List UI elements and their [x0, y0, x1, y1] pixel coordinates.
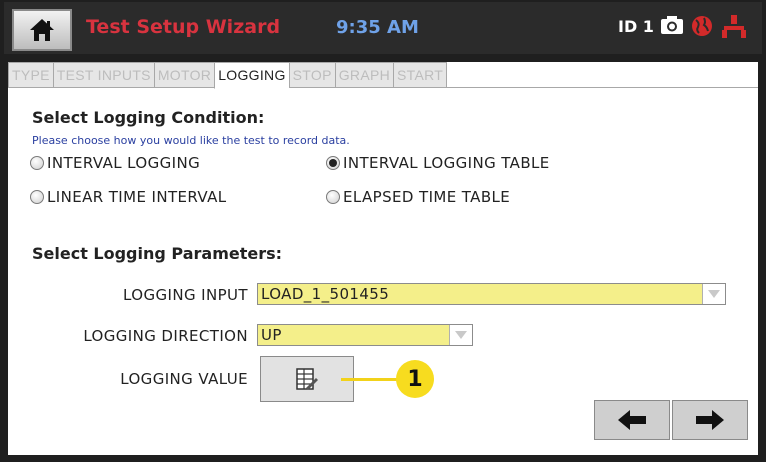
radio-label: ELAPSED TIME TABLE [343, 188, 511, 206]
radio-button[interactable] [30, 156, 44, 170]
clock-time: 9:35 AM [336, 17, 419, 38]
dropdown-arrow-icon[interactable] [449, 325, 472, 345]
tab-logging[interactable]: LOGGING [214, 62, 289, 89]
radio-button[interactable] [30, 190, 44, 204]
camera-icon[interactable] [660, 14, 684, 36]
next-button[interactable] [672, 400, 748, 440]
logging-direction-value: UP [261, 326, 282, 344]
logging-input-label: LOGGING INPUT [123, 286, 248, 304]
radio-elapsed-time-table[interactable]: ELAPSED TIME TABLE [326, 188, 510, 206]
table-edit-icon [296, 368, 318, 390]
tab-graph[interactable]: GRAPH [334, 62, 394, 88]
radio-label: LINEAR TIME INTERVAL [47, 188, 227, 206]
radio-label: INTERVAL LOGGING [47, 154, 201, 172]
arrow-right-icon [696, 410, 724, 430]
back-button[interactable] [594, 400, 670, 440]
radio-label: INTERVAL LOGGING TABLE [343, 154, 550, 172]
home-button[interactable] [12, 9, 72, 51]
tab-type[interactable]: TYPE [8, 62, 53, 88]
radio-linear-time-interval[interactable]: LINEAR TIME INTERVAL [30, 188, 227, 206]
logging-direction-select[interactable]: UP [257, 324, 473, 346]
header-bar: Test Setup Wizard 9:35 AM ID 1 [4, 2, 762, 54]
arrow-left-icon [618, 410, 646, 430]
tab-stop[interactable]: STOP [288, 62, 335, 88]
network-icon[interactable] [720, 14, 748, 40]
radio-interval-logging[interactable]: INTERVAL LOGGING [30, 154, 200, 172]
wizard-tabs: TYPE TEST INPUTS MOTOR LOGGING STOP GRAP… [8, 62, 448, 89]
logging-condition-hint: Please choose how you would like the tes… [32, 134, 350, 147]
logging-input-value: LOAD_1_501455 [261, 285, 390, 303]
logging-value-label: LOGGING VALUE [120, 370, 248, 388]
dropdown-arrow-icon[interactable] [702, 284, 725, 304]
tab-test-inputs[interactable]: TEST INPUTS [52, 62, 154, 88]
home-icon [30, 19, 54, 41]
tab-motor[interactable]: MOTOR [153, 62, 215, 88]
tab-start[interactable]: START [393, 62, 448, 88]
logging-parameters-title: Select Logging Parameters: [32, 244, 283, 263]
logging-direction-label: LOGGING DIRECTION [83, 327, 248, 345]
radio-interval-logging-table[interactable]: INTERVAL LOGGING TABLE [326, 154, 550, 172]
logging-tab-content: Select Logging Condition: Please choose … [8, 87, 758, 455]
callout-marker: 1 [396, 360, 434, 398]
callout-line [341, 378, 399, 381]
device-id: ID 1 [618, 17, 654, 36]
radio-button-selected[interactable] [326, 156, 340, 170]
logging-input-select[interactable]: LOAD_1_501455 [257, 283, 726, 305]
globe-icon[interactable] [690, 14, 714, 38]
logging-condition-title: Select Logging Condition: [32, 108, 265, 127]
page-title: Test Setup Wizard [86, 16, 281, 38]
logging-value-table-button[interactable] [260, 356, 354, 402]
radio-button[interactable] [326, 190, 340, 204]
